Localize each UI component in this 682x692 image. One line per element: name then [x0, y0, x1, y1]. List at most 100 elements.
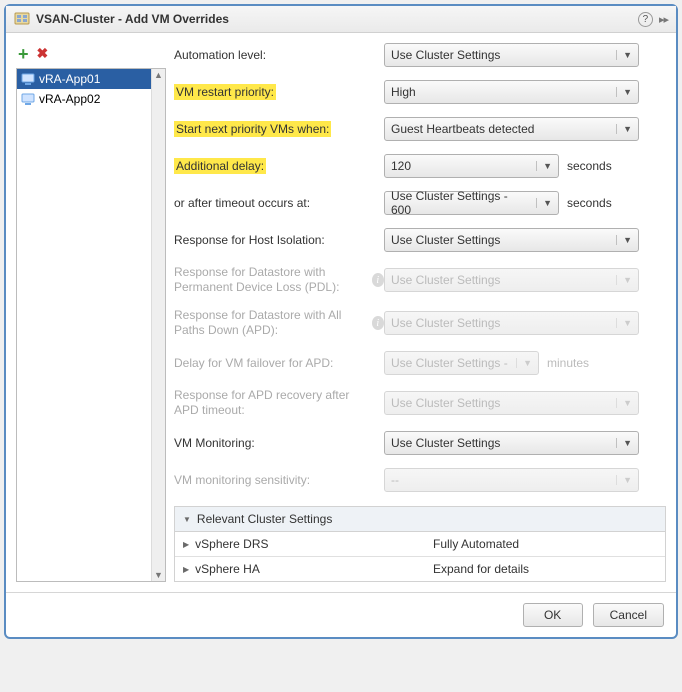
row-value: Fully Automated	[433, 537, 519, 551]
scroll-up-icon[interactable]: ▲	[153, 69, 164, 81]
info-icon[interactable]: i	[372, 273, 384, 287]
label-after-timeout: or after timeout occurs at:	[174, 196, 384, 210]
label-apd: Response for Datastore with All Paths Do…	[174, 308, 362, 338]
select-after-timeout[interactable]: Use Cluster Settings - 600 ▼	[384, 191, 559, 215]
label-additional-delay: Additional delay:	[174, 158, 266, 174]
select-apd: Use Cluster Settings ▼	[384, 311, 639, 335]
scroll-down-icon[interactable]: ▼	[153, 569, 164, 581]
section-title: Relevant Cluster Settings	[197, 512, 332, 526]
row-vm-monitoring: VM Monitoring: Use Cluster Settings ▼	[174, 431, 666, 455]
row-label: vSphere DRS	[195, 537, 268, 551]
select-value: Guest Heartbeats detected	[391, 122, 534, 136]
ok-button[interactable]: OK	[523, 603, 583, 627]
window-title: VSAN-Cluster - Add VM Overrides	[36, 12, 638, 26]
row-apd-delay: Delay for VM failover for APD: Use Clust…	[174, 351, 666, 375]
remove-vm-icon[interactable]: ✖	[37, 45, 49, 62]
content-area: + ✖ vRA-App01 vRA-App02	[6, 33, 676, 592]
select-value: Use Cluster Settings	[391, 273, 500, 287]
vm-list-scrollbar[interactable]: ▲ ▼	[151, 69, 165, 581]
select-pdl: Use Cluster Settings ▼	[384, 268, 639, 292]
select-restart-priority[interactable]: High ▼	[384, 80, 639, 104]
select-host-isolation[interactable]: Use Cluster Settings ▼	[384, 228, 639, 252]
vm-list-item[interactable]: vRA-App02	[17, 89, 165, 109]
cancel-button[interactable]: Cancel	[593, 603, 664, 627]
label-host-isolation: Response for Host Isolation:	[174, 233, 384, 247]
label-vm-sensitivity: VM monitoring sensitivity:	[174, 473, 384, 487]
select-start-next[interactable]: Guest Heartbeats detected ▼	[384, 117, 639, 141]
select-vm-monitoring[interactable]: Use Cluster Settings ▼	[384, 431, 639, 455]
chevron-down-icon: ▼	[616, 124, 632, 134]
chevron-down-icon: ▼	[616, 398, 632, 408]
chevron-down-icon: ▼	[516, 358, 532, 368]
select-value: Use Cluster Settings	[391, 436, 500, 450]
row-apd: Response for Datastore with All Paths Do…	[174, 308, 666, 338]
select-value: Use Cluster Settings	[391, 396, 500, 410]
help-icon[interactable]: ?	[638, 12, 653, 27]
vm-icon	[21, 72, 35, 86]
label-apd-delay: Delay for VM failover for APD:	[174, 356, 384, 370]
dialog-window: VSAN-Cluster - Add VM Overrides ? ▸▸ + ✖…	[4, 4, 678, 639]
cluster-icon	[14, 11, 30, 27]
select-value: --	[391, 473, 399, 487]
vm-name: vRA-App02	[39, 92, 100, 106]
select-value: Use Cluster Settings	[391, 48, 500, 62]
select-value: Use Cluster Settings -	[391, 356, 508, 370]
settings-form: Automation level: Use Cluster Settings ▼…	[174, 43, 666, 582]
chevron-down-icon: ▼	[616, 50, 632, 60]
row-apd-recovery: Response for APD recovery after APD time…	[174, 388, 666, 418]
titlebar-controls: ? ▸▸	[638, 12, 668, 27]
chevron-down-icon: ▼	[536, 198, 552, 208]
row-label: vSphere HA	[195, 562, 260, 576]
select-vm-sensitivity: -- ▼	[384, 468, 639, 492]
chevron-down-icon: ▼	[616, 438, 632, 448]
select-value: Use Cluster Settings	[391, 233, 500, 247]
unit-label: seconds	[567, 196, 612, 210]
label-automation-level: Automation level:	[174, 48, 384, 62]
caret-down-icon: ▼	[183, 515, 191, 524]
cluster-row-ha[interactable]: ▶ vSphere HA Expand for details	[175, 557, 665, 581]
row-additional-delay: Additional delay: 120 ▼ seconds	[174, 154, 666, 178]
label-start-next: Start next priority VMs when:	[174, 121, 331, 137]
select-value: 120	[391, 159, 411, 173]
chevron-down-icon: ▼	[616, 87, 632, 97]
cluster-settings-section: ▼ Relevant Cluster Settings ▶ vSphere DR…	[174, 506, 666, 582]
chevron-down-icon: ▼	[616, 475, 632, 485]
label-vm-monitoring: VM Monitoring:	[174, 436, 384, 450]
vm-icon	[21, 92, 35, 106]
label-pdl: Response for Datastore with Permanent De…	[174, 265, 362, 295]
vm-list: vRA-App01 vRA-App02 ▲ ▼	[16, 68, 166, 582]
info-icon[interactable]: i	[372, 316, 384, 330]
vm-list-item[interactable]: vRA-App01	[17, 69, 165, 89]
chevron-down-icon: ▼	[616, 275, 632, 285]
input-additional-delay[interactable]: 120 ▼	[384, 154, 559, 178]
row-after-timeout: or after timeout occurs at: Use Cluster …	[174, 191, 666, 215]
row-value: Expand for details	[433, 562, 529, 576]
titlebar: VSAN-Cluster - Add VM Overrides ? ▸▸	[6, 6, 676, 33]
row-vm-sensitivity: VM monitoring sensitivity: -- ▼	[174, 468, 666, 492]
dialog-footer: OK Cancel	[6, 592, 676, 637]
cluster-settings-header[interactable]: ▼ Relevant Cluster Settings	[175, 507, 665, 532]
cluster-row-drs[interactable]: ▶ vSphere DRS Fully Automated	[175, 532, 665, 557]
chevron-down-icon: ▼	[616, 318, 632, 328]
select-value: Use Cluster Settings	[391, 316, 500, 330]
row-automation-level: Automation level: Use Cluster Settings ▼	[174, 43, 666, 67]
row-host-isolation: Response for Host Isolation: Use Cluster…	[174, 228, 666, 252]
select-value: Use Cluster Settings - 600	[391, 189, 530, 217]
add-vm-icon[interactable]: +	[18, 47, 29, 61]
select-apd-recovery: Use Cluster Settings ▼	[384, 391, 639, 415]
row-start-next: Start next priority VMs when: Guest Hear…	[174, 117, 666, 141]
chevron-down-icon: ▼	[536, 161, 552, 171]
select-automation-level[interactable]: Use Cluster Settings ▼	[384, 43, 639, 67]
row-restart-priority: VM restart priority: High ▼	[174, 80, 666, 104]
caret-right-icon: ▶	[183, 565, 189, 574]
unit-label: minutes	[547, 356, 589, 370]
pin-icon[interactable]: ▸▸	[659, 13, 668, 26]
chevron-down-icon: ▼	[616, 235, 632, 245]
caret-right-icon: ▶	[183, 540, 189, 549]
left-panel: + ✖ vRA-App01 vRA-App02	[16, 43, 166, 582]
unit-label: seconds	[567, 159, 612, 173]
row-pdl: Response for Datastore with Permanent De…	[174, 265, 666, 295]
label-apd-recovery: Response for APD recovery after APD time…	[174, 388, 384, 418]
select-apd-delay: Use Cluster Settings - ▼	[384, 351, 539, 375]
vm-toolbar: + ✖	[16, 43, 166, 68]
